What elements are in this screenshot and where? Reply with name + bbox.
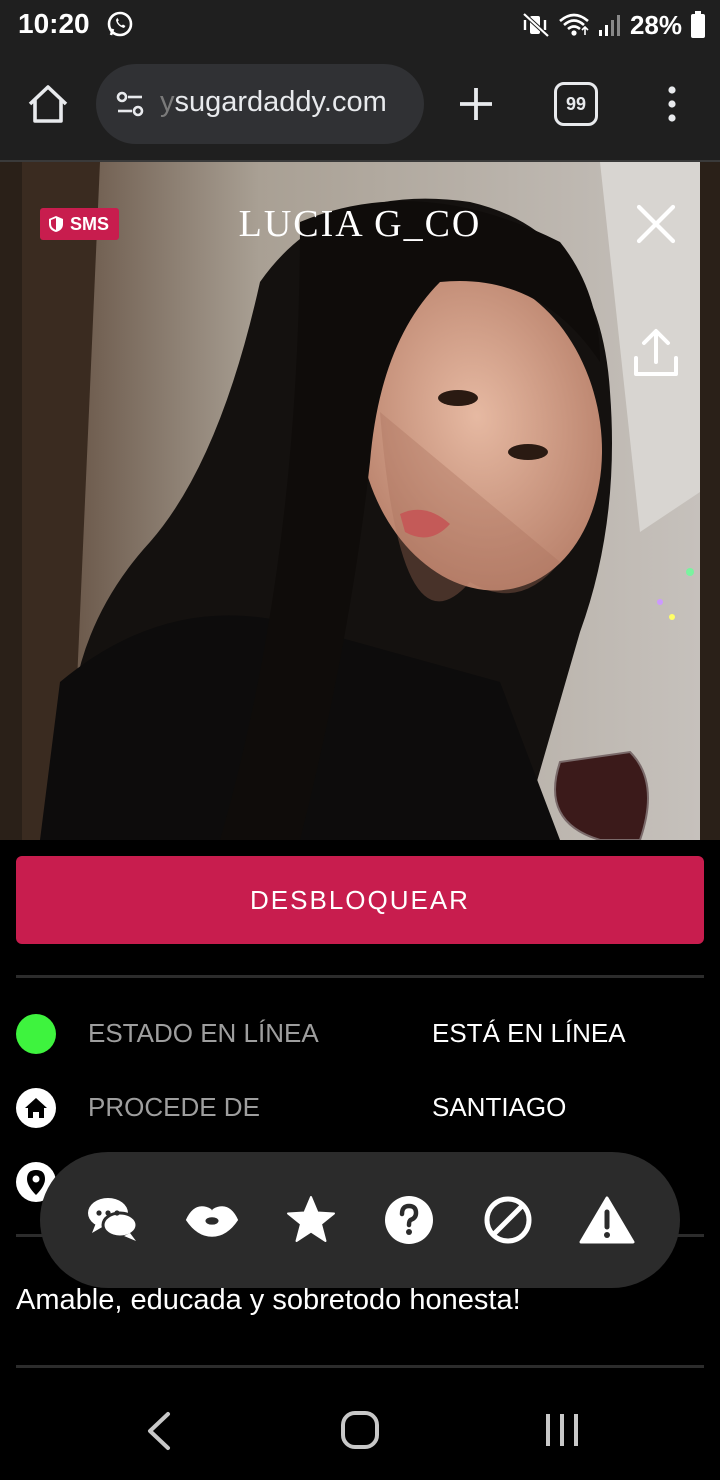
more-menu-button[interactable] bbox=[660, 84, 684, 124]
help-button[interactable] bbox=[381, 1192, 437, 1248]
divider bbox=[16, 975, 704, 978]
mute-vibrate-icon bbox=[522, 12, 550, 38]
info-row-origin: PROCEDE DE SANTIAGO bbox=[16, 1082, 704, 1132]
info-label: ESTADO EN LÍNEA bbox=[88, 1018, 319, 1048]
chat-button[interactable] bbox=[85, 1192, 141, 1248]
profile-photo[interactable]: SMS LUCIA G_CO bbox=[0, 162, 720, 840]
unlock-button[interactable]: DESBLOQUEAR bbox=[16, 856, 704, 944]
url-text[interactable]: ysugardaddy.com bbox=[160, 86, 387, 119]
tab-switcher-button[interactable]: 99 bbox=[554, 82, 598, 126]
home-icon bbox=[16, 1088, 56, 1128]
status-time: 10:20 bbox=[18, 8, 90, 39]
share-icon[interactable] bbox=[632, 326, 680, 380]
wifi-icon bbox=[559, 13, 589, 36]
profile-photo-image bbox=[0, 162, 720, 840]
close-button[interactable] bbox=[634, 202, 678, 246]
browser-home-button[interactable] bbox=[24, 80, 72, 128]
tab-count: 99 bbox=[565, 93, 587, 114]
info-row-online-status: ESTADO EN LÍNEA ESTÁ EN LÍNEA bbox=[16, 1008, 704, 1058]
profile-name: LUCIA G_CO bbox=[238, 203, 482, 245]
battery-percent: 28% bbox=[629, 9, 682, 40]
block-icon bbox=[484, 1196, 532, 1244]
info-value: ESTÁ EN LÍNEA bbox=[432, 1018, 626, 1048]
signal-icon bbox=[598, 15, 620, 36]
profile-bio: Amable, educada y sobretodo honesta! bbox=[16, 1284, 521, 1316]
report-button[interactable] bbox=[579, 1192, 635, 1248]
kiss-button[interactable] bbox=[184, 1192, 240, 1248]
favorite-button[interactable] bbox=[283, 1192, 339, 1248]
status-bar: 10:20 28% bbox=[0, 0, 720, 50]
nav-home-button[interactable] bbox=[340, 1410, 380, 1450]
new-tab-button[interactable] bbox=[456, 82, 496, 126]
browser-toolbar: ysugardaddy.com 99 bbox=[0, 50, 720, 162]
nav-back-button[interactable] bbox=[144, 1410, 174, 1452]
online-status-dot bbox=[16, 1014, 56, 1054]
whatsapp-icon bbox=[107, 11, 133, 37]
info-label: PROCEDE DE bbox=[88, 1092, 260, 1122]
address-bar[interactable]: ysugardaddy.com bbox=[96, 64, 424, 144]
help-icon bbox=[385, 1196, 434, 1244]
site-settings-icon[interactable] bbox=[114, 88, 146, 120]
battery-icon bbox=[691, 11, 705, 38]
chat-icon bbox=[88, 1198, 139, 1241]
status-icons: 28% bbox=[522, 8, 706, 42]
block-button[interactable] bbox=[480, 1192, 536, 1248]
divider bbox=[16, 1365, 704, 1368]
nav-recents-button[interactable] bbox=[544, 1412, 580, 1448]
system-navigation-bar bbox=[0, 1380, 720, 1480]
warning-icon bbox=[579, 1196, 635, 1244]
floating-action-bar bbox=[40, 1152, 680, 1288]
kiss-icon bbox=[185, 1206, 239, 1237]
star-icon bbox=[286, 1196, 335, 1242]
info-value: SANTIAGO bbox=[432, 1092, 567, 1122]
